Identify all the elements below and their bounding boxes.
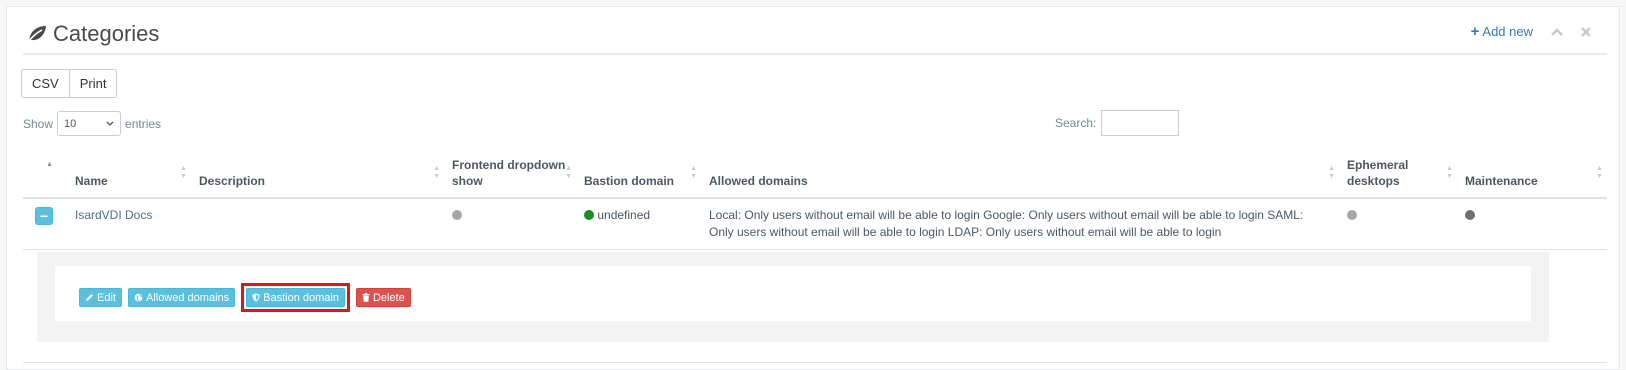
sort-icon: ▲ ▼ xyxy=(1596,165,1603,180)
cell-allowed-domains: Local: Only users without email will be … xyxy=(701,198,1339,250)
column-header-frontend-dropdown-show[interactable]: Frontend dropdown show ▲ ▼ xyxy=(444,149,576,199)
leaf-icon xyxy=(27,26,46,43)
divider xyxy=(23,362,1607,363)
close-icon[interactable] xyxy=(1581,25,1591,39)
sort-icon: ▲ ▼ xyxy=(433,165,440,180)
row-details-inner: Edit Allowed domains Bastion domain Dele… xyxy=(55,266,1531,321)
chevron-down-icon xyxy=(106,121,114,126)
column-header-ephemeral-desktops[interactable]: Ephemeral desktops ▲ ▼ xyxy=(1339,149,1457,199)
column-header-maintenance[interactable]: Maintenance ▲ ▼ xyxy=(1457,149,1607,199)
row-actions: Edit Allowed domains Bastion domain Dele… xyxy=(79,283,411,312)
cell-description xyxy=(191,198,444,250)
globe-icon xyxy=(134,293,143,302)
bastion-domain-button[interactable]: Bastion domain xyxy=(246,288,345,307)
row-details: Edit Allowed domains Bastion domain Dele… xyxy=(37,252,1549,342)
status-dot-icon xyxy=(584,210,594,220)
highlight-box: Bastion domain xyxy=(241,283,350,312)
page-title-text: Categories xyxy=(53,21,160,46)
cell-name: IsardVDI Docs xyxy=(67,198,191,250)
sort-icon: ▲ ▼ xyxy=(565,165,572,180)
search-control: Search: xyxy=(1055,110,1180,136)
status-dot-icon xyxy=(452,210,462,220)
collapse-row-button[interactable]: − xyxy=(35,207,53,225)
show-label: Show xyxy=(23,116,54,131)
panel-header: Categories + Add new xyxy=(23,7,1607,55)
plus-icon: + xyxy=(1470,23,1480,40)
status-dot-icon xyxy=(1347,210,1357,220)
column-header-allowed-domains[interactable]: Allowed domains ▲ ▼ xyxy=(701,149,1339,199)
cell-maintenance xyxy=(1457,198,1607,250)
allowed-domains-button[interactable]: Allowed domains xyxy=(127,288,236,307)
table-row: − IsardVDI Docs undefined Local: Only us… xyxy=(23,198,1607,250)
categories-table: ▲ Name ▲ ▼ Description ▲ ▼ Frontend dropdo… xyxy=(23,149,1607,250)
cell-bastion-domain: undefined xyxy=(576,198,701,250)
column-header-bastion-domain[interactable]: Bastion domain ▲ ▼ xyxy=(576,149,701,199)
table-header-row: ▲ Name ▲ ▼ Description ▲ ▼ Frontend dropdo… xyxy=(23,149,1607,199)
category-name-link[interactable]: IsardVDI Docs xyxy=(75,208,152,222)
header-tools: + Add new xyxy=(1471,23,1591,40)
categories-panel: Categories + Add new CSV Print Show 10 e… xyxy=(6,6,1620,370)
cell-ephemeral-desktops xyxy=(1339,198,1457,250)
entries-label: entries xyxy=(125,116,162,131)
delete-button[interactable]: Delete xyxy=(355,288,411,307)
shield-icon xyxy=(252,293,260,302)
cell-frontend-dropdown-show xyxy=(444,198,576,250)
page-title: Categories xyxy=(27,21,159,47)
entries-select-value: 10 xyxy=(64,117,77,130)
add-new-button[interactable]: + Add new xyxy=(1471,23,1533,40)
entries-length-control: Show 10 entries xyxy=(23,111,161,136)
sort-asc-icon: ▲ xyxy=(46,161,53,168)
search-label: Search: xyxy=(1055,116,1097,130)
chevron-up-icon[interactable] xyxy=(1551,25,1563,39)
search-input[interactable] xyxy=(1101,110,1180,136)
sort-icon: ▲ ▼ xyxy=(690,165,697,180)
bastion-domain-value: undefined xyxy=(597,208,651,222)
trash-icon xyxy=(362,293,370,302)
sort-icon: ▲ ▼ xyxy=(1446,165,1453,180)
export-button-group: CSV Print xyxy=(21,69,118,98)
add-new-label: Add new xyxy=(1482,24,1533,39)
cell-control: − xyxy=(23,198,67,250)
column-header-name[interactable]: Name ▲ ▼ xyxy=(67,149,191,199)
sort-icon: ▲ ▼ xyxy=(180,165,187,180)
column-header-control[interactable]: ▲ xyxy=(23,149,67,199)
edit-button[interactable]: Edit xyxy=(79,288,122,307)
csv-button[interactable]: CSV xyxy=(21,69,70,98)
status-dot-icon xyxy=(1465,210,1475,220)
print-button[interactable]: Print xyxy=(69,69,118,98)
column-header-description[interactable]: Description ▲ ▼ xyxy=(191,149,444,199)
entries-select[interactable]: 10 xyxy=(57,111,122,136)
sort-icon: ▲ ▼ xyxy=(1328,165,1335,180)
pencil-icon xyxy=(86,294,93,301)
